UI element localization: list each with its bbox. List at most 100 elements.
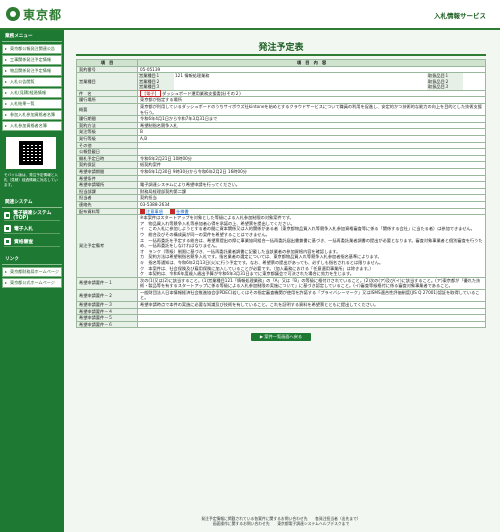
row-value: 紙契約案件 (137, 161, 486, 169)
link-label: 資格審査 (14, 239, 34, 245)
sidebar-item-buppin-yotei[interactable]: 物品関係発注予定情報 (2, 66, 62, 76)
link-denshi-nyusatsu[interactable]: 電子入札 (4, 223, 60, 234)
row-value: 電子調達システムにより希望申請を行ってください。 (137, 181, 486, 189)
column-header-content: 項 目 内 容 (137, 58, 486, 67)
row-value: 契約担当 (137, 194, 486, 202)
logo-text: 東京都 (23, 7, 63, 22)
row-value (137, 320, 486, 329)
table-row: 営業種目 営業種目１ 121 情報処理業務 取扱品目１ 営業種目２ 取扱品目２ 営業種… (76, 72, 486, 91)
row-value: 次の(1)又は(2)に該当すること。(1)営業種目121「情報処理業務」の「A」… (137, 276, 486, 290)
sub-value (174, 84, 427, 90)
row-value: A,B (137, 135, 486, 143)
sidebar-item-kouhou[interactable]: 東京都公報発注関連公告 (2, 44, 62, 54)
row-label: 概要 (76, 103, 138, 117)
sidebar-item-kekka[interactable]: 入札結果一覧 (2, 99, 62, 109)
pdf-link-spec[interactable]: 仕様書 (170, 208, 189, 215)
row-label: 契約保証 (76, 161, 138, 169)
table-row: その他 (76, 141, 486, 150)
table-row: 履行期間 令和6年4月1日から令和7年3月31日まで (76, 115, 486, 123)
row-label: 希望申請要件－３ (76, 301, 138, 309)
arrow-icon (4, 224, 11, 232)
table-row: 希望申請要件－６ (76, 320, 486, 329)
row-value: 財務局経理部契約第二課 (137, 187, 486, 196)
pdf-icon (140, 209, 145, 215)
electronic-tag: 【電子】 (140, 89, 161, 97)
mobile-note: モバイル版は、発注予定情報と入札（見積）経過情報に対応しています。 (4, 173, 58, 187)
row-label: 希望申請要件－５ (76, 314, 138, 322)
row-label: 担当者 (76, 194, 138, 202)
table-row: 希望申請要件－１ 次の(1)又は(2)に該当すること。(1)営業種目121「情報処… (76, 276, 486, 290)
pdf-link-label: 仕様書 (176, 208, 189, 214)
link-shikaku-shinsa[interactable]: 資格審査 (4, 236, 60, 247)
sidebar-item-koji-yotei[interactable]: 工事関係発注予定情報 (2, 55, 62, 65)
row-value: 05-05139 (137, 65, 486, 74)
arrow-icon (4, 211, 11, 219)
note-line: ケ 本契約は、令和6年度歳入歳出予算が令和6年3月31日までに東京都議会で可決さ… (140, 271, 354, 277)
bottom-links: 東京都財務局ホームページ 東京都公式ホームページ (2, 267, 62, 288)
sub-value (463, 84, 485, 90)
row-value (137, 141, 486, 150)
row-label: 契約番号 (76, 65, 138, 74)
row-label: 希望申請場所 (76, 181, 138, 189)
table-row: 契約保証 紙契約案件 (76, 161, 486, 169)
row-label: 発行等級 (76, 135, 138, 143)
row-label: 希望申請要件－４ (76, 307, 138, 316)
table-row: 契約番号 05-05139 (76, 65, 486, 74)
pdf-icon (170, 209, 176, 215)
sidebar: 業務メニュー 東京都公報発注関連公告 工事関係発注予定情報 物品関係発注予定情報… (0, 30, 64, 532)
row-label: 契約方法 (76, 121, 138, 130)
table-row: 希望申請期間 令和6年1月30日 9時30分から令和6年2月2日 16時00分 (76, 168, 486, 176)
pdf-link-notes[interactable]: 注意事項 (140, 208, 163, 215)
row-label: その他 (76, 141, 138, 150)
sidebar-item-sanka-meibo[interactable]: 参加入札参加資格者名簿 (2, 110, 62, 120)
row-value: B (137, 128, 486, 137)
row-label: 公報登載日 (76, 148, 138, 156)
table-row: 希望申請場所 電子調達システムにより希望申請を行ってください。 (76, 181, 486, 189)
link-label: 電子調達システム(TOP) (13, 211, 52, 221)
row-label: 配布資料等 (76, 207, 138, 216)
row-value: 営業種目１ 121 情報処理業務 取扱品目１ 営業種目２ 取扱品目２ 営業種目３ 取扱品… (137, 72, 486, 91)
sub-label: 取扱品目３ (427, 84, 463, 90)
row-value (137, 174, 486, 183)
row-label: 開札予定日時 (76, 154, 138, 163)
table-row: 契約方法 希望制指名競争入札 (76, 121, 486, 130)
row-value: 一般財団法人日本情報経済社会推進協会(JIPDEC)若しくはその指定審査機関が使… (137, 288, 486, 303)
row-label: 希望申請要件－１ (76, 276, 138, 290)
link-label: 電子入札 (14, 226, 34, 232)
table-row: 発行等級 A,B (76, 135, 486, 143)
site-title: 入札情報サービス (434, 12, 486, 20)
row-label: 発注等級 (76, 128, 138, 137)
sidebar-item-koukoku[interactable]: 入札公告閲覧 (2, 77, 62, 87)
sidebar-item-meibo[interactable]: 入札参加資格者名簿 (2, 121, 62, 131)
row-label: 履行場所 (76, 96, 138, 105)
qr-code-icon (19, 141, 43, 165)
table-row: 担当部課 財務局経理部契約第二課 (76, 187, 486, 196)
sidebar-item-keika[interactable]: 入札(見積)経過情報 (2, 88, 62, 98)
pdf-link-label: 注意事項 (146, 208, 163, 214)
table-row: 希望申請要件－４ (76, 307, 486, 316)
tokyo-logo[interactable]: 東京都 (6, 4, 62, 24)
sidebar-item-tokyo-official[interactable]: 東京都公式ホームページ (2, 278, 62, 288)
row-value: 希望申請時点で本件の実施に必要な知識及び技術を有していること。これを証明する資料… (137, 301, 486, 309)
row-value (137, 314, 486, 322)
table-row: 担当者 契約担当 (76, 194, 486, 202)
back-to-list-button[interactable]: ▶ 案件一覧画面へ戻る (251, 333, 311, 342)
row-value-notes: ※本案件はスタートアップを対象とした等級による入札参加制限の対象案件です。 ア … (137, 214, 486, 278)
site-header: 東京都 入札情報サービス (0, 0, 500, 30)
table-row: 配布資料等 注意事項 仕様書 (76, 207, 486, 216)
row-label: 希望申請要件－２ (76, 288, 138, 303)
tokyo-emblem-icon (6, 7, 20, 21)
table-row: 発注予定備考 ※本案件はスタートアップを対象とした等級による入札参加制限の対象案… (76, 214, 486, 278)
link-chotatsu-top[interactable]: 電子調達システム(TOP) (4, 210, 60, 221)
table-row: 発注等級 B (76, 128, 486, 137)
row-label: 連絡先 (76, 200, 138, 209)
sidebar-heading: 業務メニュー (2, 30, 62, 42)
qr-code (6, 137, 56, 169)
row-label: 件 名 (76, 89, 138, 98)
title-rule (76, 54, 486, 56)
sidebar-item-zaimukyoku[interactable]: 東京都財務局ホームページ (2, 267, 62, 277)
row-label: 希望申請要件－６ (76, 320, 138, 329)
table-header-row: 項 目 項 目 内 容 (76, 58, 486, 67)
detail-table: 項 目 項 目 内 容 契約番号 05-05139 営業種目 営業種目１ 121 情… (76, 58, 486, 329)
category-subtable: 営業種目１ 121 情報処理業務 取扱品目１ 営業種目２ 取扱品目２ 営業種目３ 取扱品… (138, 73, 485, 90)
